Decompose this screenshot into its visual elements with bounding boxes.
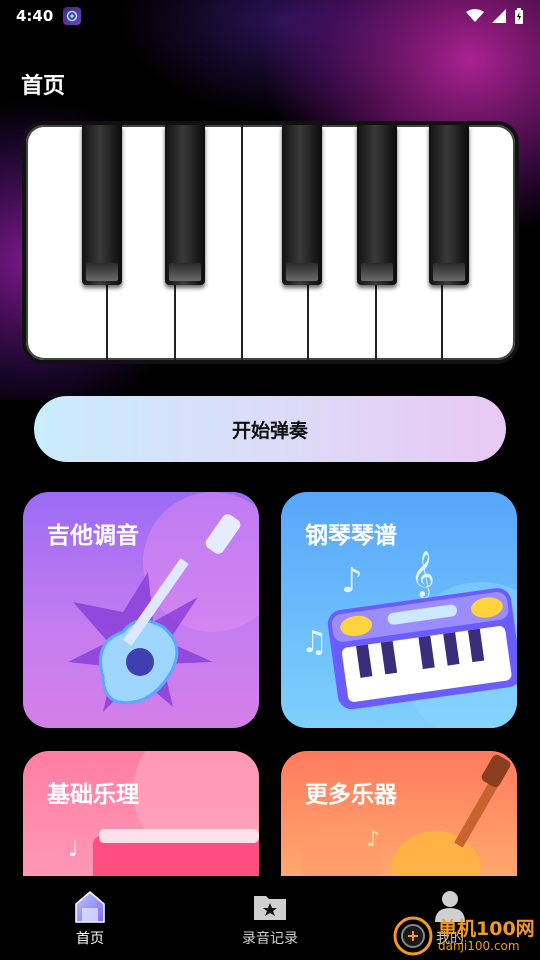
piano-sheet-music-card[interactable]: 钢琴琴谱 ♪ 𝄞 ♫ xyxy=(281,492,517,728)
card-title: 基础乐理 xyxy=(47,782,139,808)
battery-icon xyxy=(515,8,523,24)
nav-item-home[interactable]: 首页 xyxy=(0,876,180,960)
black-key[interactable] xyxy=(429,125,469,285)
status-time: 4:40 xyxy=(16,7,54,25)
app-notification-icon xyxy=(63,7,82,25)
svg-text:𝄞: 𝄞 xyxy=(411,551,435,599)
black-key[interactable] xyxy=(282,125,322,285)
svg-text:♪: ♪ xyxy=(341,561,363,601)
wifi-icon xyxy=(466,9,484,22)
status-bar: 4:40 xyxy=(0,0,540,32)
black-key[interactable] xyxy=(82,125,122,285)
home-icon xyxy=(75,891,105,923)
svg-text:♪: ♪ xyxy=(366,827,380,852)
black-key[interactable] xyxy=(357,125,397,285)
music-theory-card[interactable]: 基础乐理 ♩ xyxy=(23,751,259,881)
watermark-title: 单机100网 xyxy=(438,918,535,940)
card-title: 吉他调音 xyxy=(47,523,139,549)
status-icons xyxy=(466,8,524,24)
book-illustration: ♩ xyxy=(68,751,259,881)
signal-icon xyxy=(492,9,506,23)
card-title: 更多乐器 xyxy=(305,782,397,808)
black-key[interactable] xyxy=(165,125,205,285)
nav-label-recordings: 录音记录 xyxy=(242,931,298,947)
folder-star-icon xyxy=(254,896,286,920)
start-playing-button[interactable]: 开始弹奏 xyxy=(34,396,506,462)
site-watermark: 单机100网 danji100.com xyxy=(392,912,540,960)
watermark-logo-icon xyxy=(393,916,433,956)
watermark-url: danji100.com xyxy=(438,939,520,953)
piano-keyboard[interactable] xyxy=(22,121,519,364)
guitar-tuner-card[interactable]: 吉他调音 xyxy=(23,492,259,728)
nav-label-home: 首页 xyxy=(76,931,104,947)
svg-text:♫: ♫ xyxy=(301,625,328,660)
nav-item-recordings[interactable]: 录音记录 xyxy=(180,876,360,960)
svg-text:♩: ♩ xyxy=(68,837,78,862)
card-title: 钢琴琴谱 xyxy=(305,523,397,549)
instruments-illustration: ♪ xyxy=(301,754,511,881)
more-instruments-card[interactable]: 更多乐器 ♪ xyxy=(281,751,517,881)
page-title: 首页 xyxy=(21,74,66,99)
